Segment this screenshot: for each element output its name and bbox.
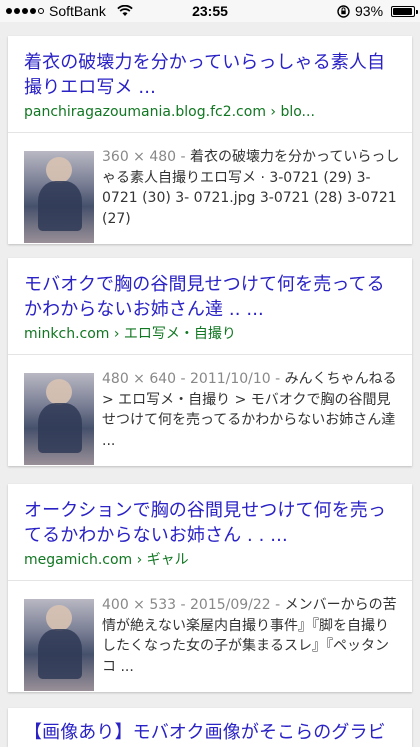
result-snippet: 400 × 533 - 2015/09/22 - メンバーからの苦情が絶えない楽… bbox=[102, 595, 402, 691]
search-result-card: 【画像あり】モバオク画像がそこらのグラビ bbox=[8, 708, 412, 747]
result-snippet: 480 × 640 - 2011/10/10 - みんくちゃんねる > エロ写メ… bbox=[102, 369, 402, 465]
image-meta: 480 × 640 - 2011/10/10 - bbox=[102, 371, 285, 387]
battery-percent: 93% bbox=[355, 3, 384, 19]
result-url[interactable]: panchiragazoumania.blog.fc2.com › blo... bbox=[24, 102, 396, 122]
result-snippet: 360 × 480 - 着衣の破壊力を分かっていらっしゃる素人自撮りエロ写メ ·… bbox=[102, 147, 402, 243]
battery-icon bbox=[391, 6, 418, 17]
result-thumbnail[interactable] bbox=[24, 151, 94, 243]
search-result-card: オークションで胸の谷間見せつけて何を売ってるかわからないお姉さん . . ...… bbox=[8, 484, 412, 692]
result-url[interactable]: minkch.com › エロ写メ・自撮り bbox=[24, 324, 396, 344]
status-bar: SoftBank 23:55 93% bbox=[0, 0, 420, 22]
image-meta: 400 × 533 - 2015/09/22 - bbox=[102, 597, 285, 613]
result-thumbnail[interactable] bbox=[24, 599, 94, 691]
rotation-lock-icon bbox=[337, 5, 350, 18]
result-title-link[interactable]: 【画像あり】モバオク画像がそこらのグラビ bbox=[24, 720, 396, 745]
search-result-card: 着衣の破壊力を分かっていらっしゃる素人自撮りエロ写メ ... panchirag… bbox=[8, 36, 412, 244]
image-meta: 360 × 480 - bbox=[102, 149, 191, 165]
search-result-card: モバオクで胸の谷間見せつけて何を売ってるかわからないお姉さん達 .. ... m… bbox=[8, 258, 412, 466]
result-title-link[interactable]: モバオクで胸の谷間見せつけて何を売ってるかわからないお姉さん達 .. ... bbox=[24, 272, 396, 322]
result-title-link[interactable]: 着衣の破壊力を分かっていらっしゃる素人自撮りエロ写メ ... bbox=[24, 50, 396, 100]
result-title-link[interactable]: オークションで胸の谷間見せつけて何を売ってるかわからないお姉さん . . ... bbox=[24, 498, 396, 548]
result-url[interactable]: megamich.com › ギャル bbox=[24, 550, 396, 570]
result-thumbnail[interactable] bbox=[24, 373, 94, 465]
